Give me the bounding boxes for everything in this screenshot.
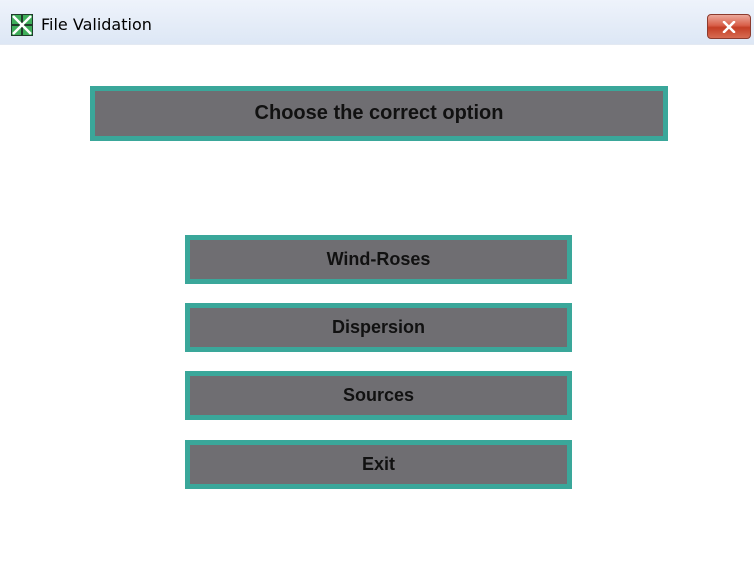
close-button[interactable] [707,14,751,39]
window-title: File Validation [41,15,152,34]
grid-app-icon [11,14,33,36]
close-icon [722,20,736,33]
wind-roses-button[interactable]: Wind-Roses [185,235,572,284]
exit-button[interactable]: Exit [185,440,572,489]
title-bar: File Validation [0,0,754,45]
file-validation-window: File Validation Choose the correct optio… [0,0,754,567]
sources-button[interactable]: Sources [185,371,572,420]
dispersion-button[interactable]: Dispersion [185,303,572,352]
instruction-header: Choose the correct option [90,86,668,141]
